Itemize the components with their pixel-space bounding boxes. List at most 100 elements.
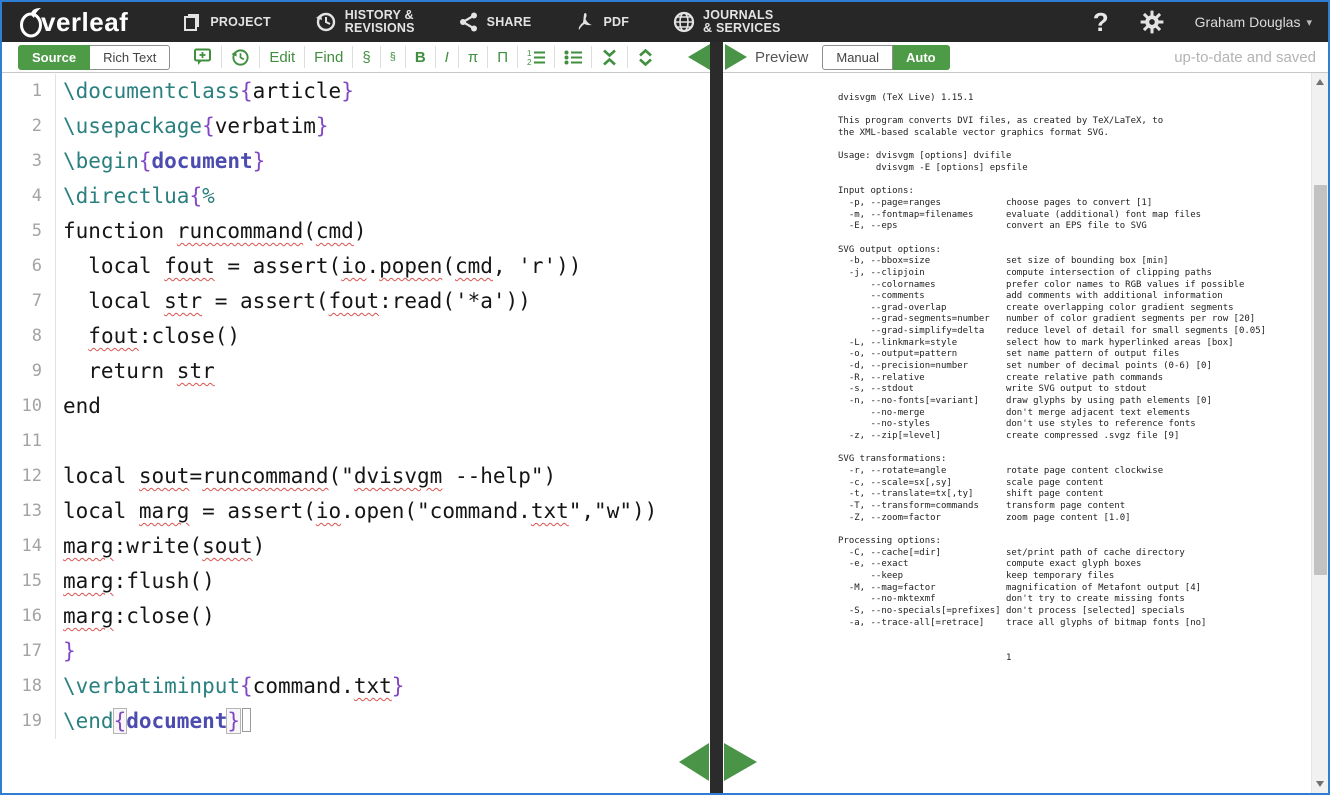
pages-icon bbox=[182, 12, 202, 32]
history-button[interactable] bbox=[221, 46, 259, 68]
code-line[interactable]: 9 return str bbox=[2, 354, 710, 389]
code-line[interactable]: 3\begin{document} bbox=[2, 144, 710, 179]
section-button[interactable]: § bbox=[352, 46, 379, 68]
nav-history-revisions[interactable]: HISTORY & REVISIONS bbox=[315, 9, 415, 35]
code-editor[interactable]: 1\documentclass{article}2\usepackage{ver… bbox=[2, 73, 710, 793]
globe-icon bbox=[673, 11, 695, 33]
nav-project[interactable]: PROJECT bbox=[182, 12, 270, 32]
expand-preview-pane-bottom-button[interactable] bbox=[724, 743, 757, 781]
line-number: 8 bbox=[2, 319, 56, 354]
pane-divider-handle[interactable] bbox=[710, 42, 723, 793]
code-line[interactable]: 8 fout:close() bbox=[2, 319, 710, 354]
collapse-editor-pane-button[interactable] bbox=[688, 44, 710, 70]
fold-button[interactable] bbox=[591, 46, 627, 68]
code-line[interactable]: 16marg:close() bbox=[2, 599, 710, 634]
overleaf-leaf-icon bbox=[18, 6, 41, 38]
rich-text-mode-button[interactable]: Rich Text bbox=[90, 45, 170, 70]
unfold-button[interactable] bbox=[627, 46, 663, 68]
find-button[interactable]: Find bbox=[304, 46, 352, 68]
numbered-list-button[interactable]: 1 2 bbox=[517, 46, 554, 68]
help-button[interactable]: ? bbox=[1093, 7, 1109, 38]
code-line[interactable]: 14marg:write(sout) bbox=[2, 529, 710, 564]
pdf-icon bbox=[575, 11, 595, 33]
line-number: 10 bbox=[2, 389, 56, 424]
overleaf-logo-text: verleaf bbox=[41, 2, 128, 42]
nav-share-label: SHARE bbox=[487, 16, 532, 29]
inline-math-button[interactable]: π bbox=[458, 46, 487, 68]
line-number: 17 bbox=[2, 634, 56, 669]
fold-icon bbox=[601, 49, 618, 66]
bold-button[interactable]: B bbox=[405, 46, 435, 68]
mode-toggle: Source Rich Text bbox=[18, 45, 170, 70]
code-line[interactable]: 19\end{document} bbox=[2, 704, 710, 739]
user-name: Graham Douglas bbox=[1195, 14, 1301, 30]
preview-scrollbar[interactable] bbox=[1311, 73, 1328, 793]
code-line[interactable]: 15marg:flush() bbox=[2, 564, 710, 599]
edit-button[interactable]: Edit bbox=[259, 46, 304, 68]
line-number: 6 bbox=[2, 249, 56, 284]
nav-history-label: HISTORY & REVISIONS bbox=[345, 9, 415, 35]
code-line[interactable]: 5function runcommand(cmd) bbox=[2, 214, 710, 249]
main-split: Source Rich Text bbox=[2, 42, 1328, 793]
scroll-down-arrow[interactable] bbox=[1316, 781, 1324, 787]
code-line[interactable]: 10end bbox=[2, 389, 710, 424]
overleaf-window: { "topnav": { "logo": "verleaf", "projec… bbox=[0, 0, 1330, 795]
code-line[interactable]: 6 local fout = assert(io.popen(cmd, 'r')… bbox=[2, 249, 710, 284]
code-line[interactable]: 12local sout=runcommand("dvisvgm --help"… bbox=[2, 459, 710, 494]
line-number: 11 bbox=[2, 424, 56, 459]
unfold-icon bbox=[637, 49, 654, 66]
share-icon bbox=[459, 12, 479, 32]
line-number: 9 bbox=[2, 354, 56, 389]
line-number: 13 bbox=[2, 494, 56, 529]
line-number: 7 bbox=[2, 284, 56, 319]
code-line[interactable]: 17} bbox=[2, 634, 710, 669]
collapse-editor-pane-bottom-button[interactable] bbox=[679, 743, 709, 781]
scroll-up-arrow[interactable] bbox=[1316, 79, 1324, 85]
bullet-list-button[interactable] bbox=[554, 46, 591, 68]
code-line[interactable]: 2\usepackage{verbatim} bbox=[2, 109, 710, 144]
history-circle-icon bbox=[231, 48, 250, 67]
preview-pane: Preview Manual Auto up-to-date and saved… bbox=[723, 42, 1328, 793]
expand-preview-pane-button[interactable] bbox=[725, 44, 747, 70]
editor-toolbar: Source Rich Text bbox=[2, 42, 710, 73]
overleaf-logo[interactable]: verleaf bbox=[18, 2, 128, 42]
code-line[interactable]: 13local marg = assert(io.open("command.t… bbox=[2, 494, 710, 529]
chevron-down-icon: ▾ bbox=[1306, 16, 1312, 29]
nav-journals-services[interactable]: JOURNALS & SERVICES bbox=[673, 9, 781, 35]
preview-label: Preview bbox=[755, 49, 808, 66]
code-line[interactable]: 18\verbatiminput{command.txt} bbox=[2, 669, 710, 704]
preview-toolbar: Preview Manual Auto up-to-date and saved bbox=[723, 42, 1328, 73]
add-comment-button[interactable] bbox=[184, 46, 221, 68]
compile-mode-toggle: Manual Auto bbox=[822, 45, 949, 70]
line-number: 4 bbox=[2, 179, 56, 214]
svg-text:1: 1 bbox=[527, 49, 532, 58]
code-line[interactable]: 1\documentclass{article} bbox=[2, 74, 710, 109]
line-number: 14 bbox=[2, 529, 56, 564]
user-menu[interactable]: Graham Douglas ▾ bbox=[1195, 14, 1312, 30]
nav-journals-label: JOURNALS & SERVICES bbox=[703, 9, 781, 35]
display-math-button[interactable]: Π bbox=[487, 46, 517, 68]
gear-icon[interactable] bbox=[1139, 9, 1165, 35]
line-number: 12 bbox=[2, 459, 56, 494]
line-number: 3 bbox=[2, 144, 56, 179]
scrollbar-thumb[interactable] bbox=[1314, 185, 1327, 575]
nav-pdf[interactable]: PDF bbox=[575, 11, 629, 33]
italic-button[interactable]: I bbox=[435, 46, 458, 68]
manual-compile-button[interactable]: Manual bbox=[822, 45, 893, 70]
source-mode-button[interactable]: Source bbox=[18, 45, 90, 70]
pdf-preview: dvisvgm (TeX Live) 1.15.1 This program c… bbox=[723, 73, 1328, 793]
subsection-button[interactable]: § bbox=[380, 46, 405, 68]
history-clock-icon bbox=[315, 11, 337, 33]
line-number: 1 bbox=[2, 74, 56, 109]
save-status: up-to-date and saved bbox=[1174, 49, 1316, 66]
nav-right-cluster: ? Graham Douglas ▾ bbox=[1093, 7, 1312, 38]
code-line[interactable]: 11 bbox=[2, 424, 710, 459]
code-line[interactable]: 4\directlua{% bbox=[2, 179, 710, 214]
nav-share[interactable]: SHARE bbox=[459, 12, 532, 32]
auto-compile-button[interactable]: Auto bbox=[893, 45, 950, 70]
line-number: 19 bbox=[2, 704, 56, 739]
line-number: 16 bbox=[2, 599, 56, 634]
svg-text:2: 2 bbox=[527, 58, 532, 66]
code-line[interactable]: 7 local str = assert(fout:read('*a')) bbox=[2, 284, 710, 319]
comment-plus-icon bbox=[193, 48, 212, 66]
